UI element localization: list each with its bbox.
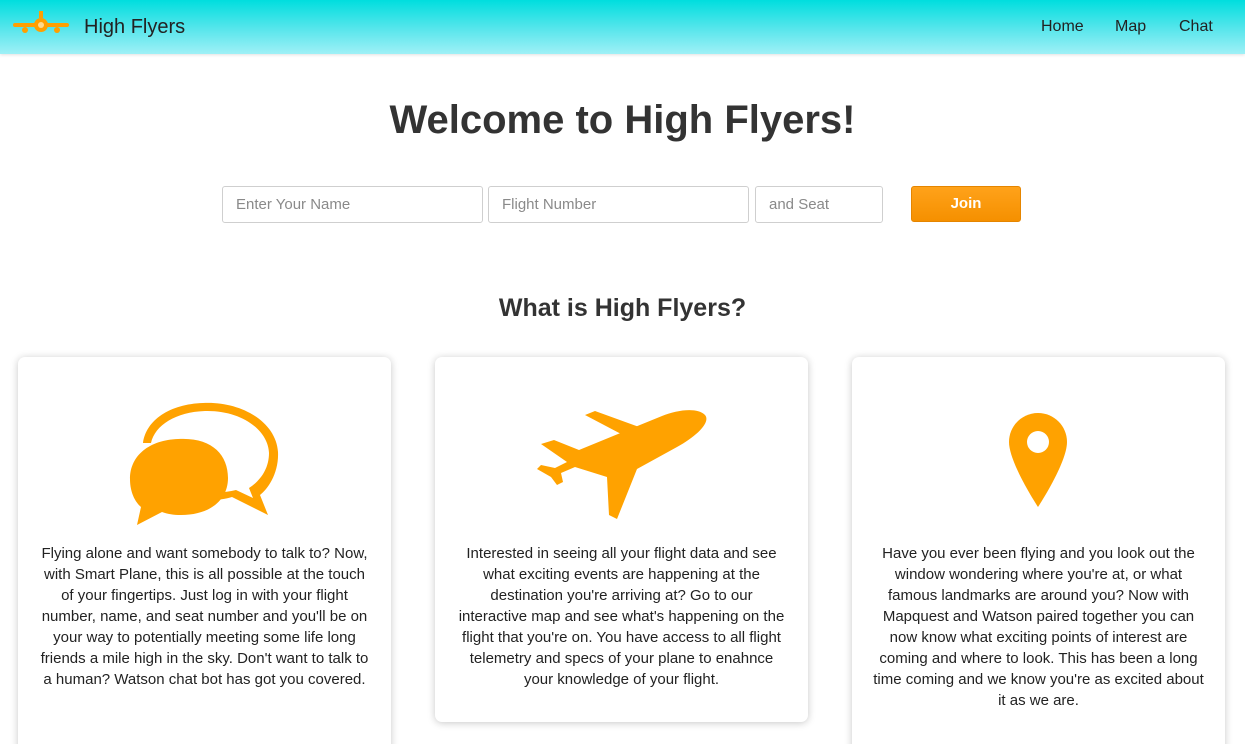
nav-link-chat[interactable]: Chat (1179, 18, 1213, 36)
brand-name[interactable]: High Flyers (84, 16, 185, 39)
section-title: What is High Flyers? (498, 294, 747, 322)
feature-card-chat: Flying alone and want somebody to talk t… (18, 357, 391, 744)
flight-number-input[interactable] (488, 186, 749, 223)
map-pin-icon (1009, 413, 1067, 507)
feature-text-map: Interested in seeing all your flight dat… (458, 545, 785, 688)
airplane-logo-icon[interactable] (13, 11, 69, 39)
page-title: Welcome to High Flyers! (389, 98, 856, 142)
feature-card-map: Interested in seeing all your flight dat… (435, 357, 808, 722)
top-navbar: High Flyers Home Map Chat (0, 0, 1245, 54)
nav-link-home[interactable]: Home (1041, 18, 1084, 36)
name-input[interactable] (222, 186, 483, 223)
feature-text-chat: Flying alone and want somebody to talk t… (40, 545, 369, 688)
feature-card-poi: Have you ever been flying and you look o… (852, 357, 1225, 744)
feature-text-poi: Have you ever been flying and you look o… (873, 545, 1204, 709)
seat-input[interactable] (755, 186, 883, 223)
nav-link-map[interactable]: Map (1115, 18, 1146, 36)
chat-bubbles-icon (130, 402, 279, 525)
join-button[interactable]: Join (911, 186, 1021, 222)
airplane-icon (537, 410, 707, 519)
